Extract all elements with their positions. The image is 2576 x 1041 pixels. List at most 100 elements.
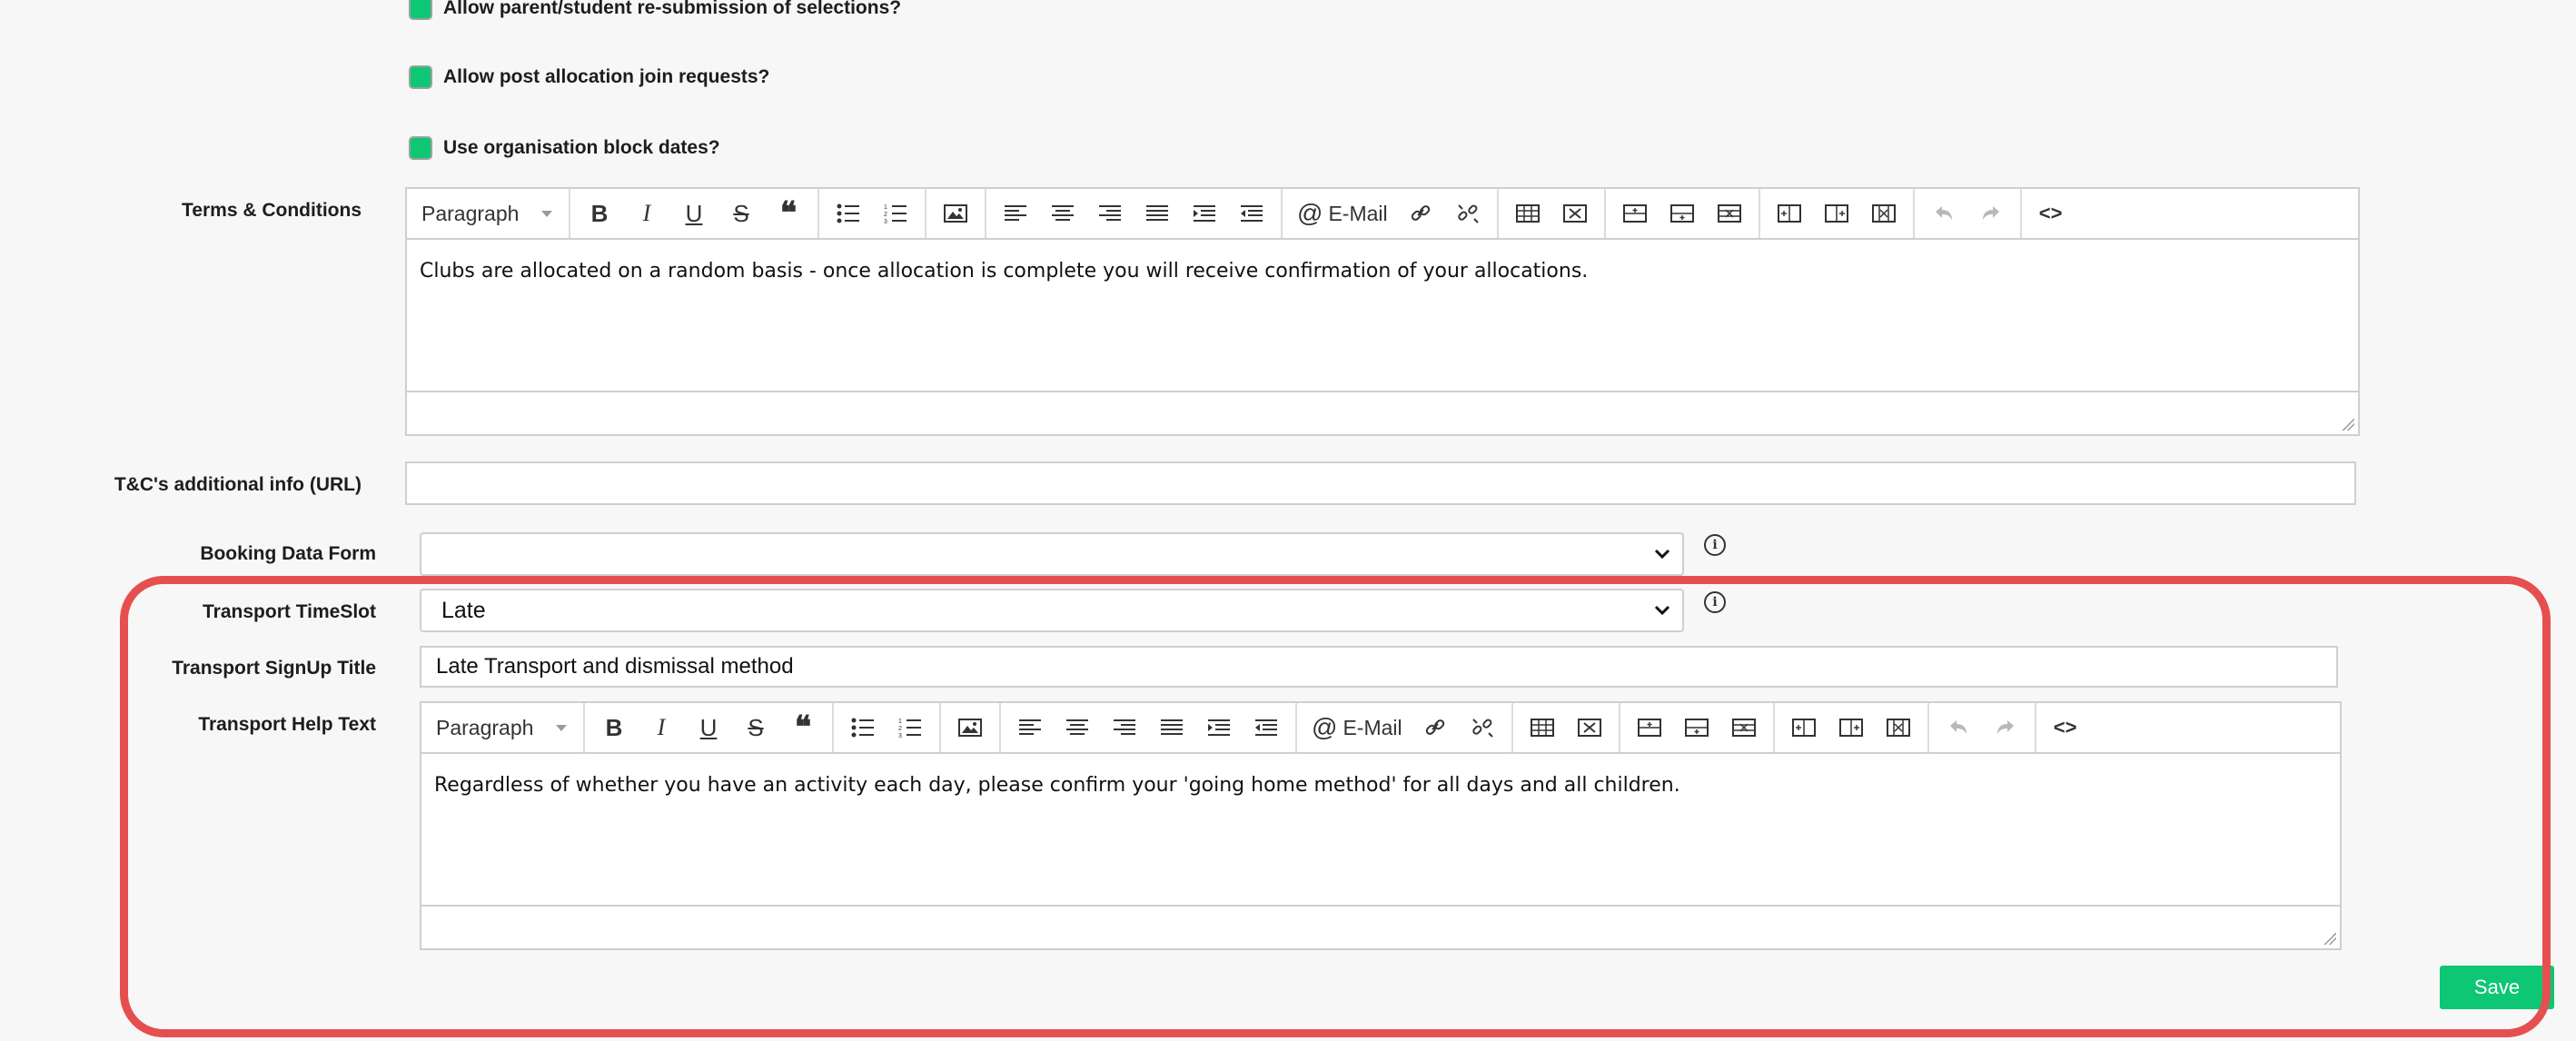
col-group [1760,189,1915,238]
insert-row-before-icon[interactable] [1611,189,1659,238]
resize-handle-icon[interactable] [2342,418,2354,431]
delete-col-icon[interactable] [1875,703,1922,752]
outdent-icon[interactable] [1228,189,1275,238]
svg-text:1: 1 [898,719,902,725]
redo-icon[interactable] [1982,703,2029,752]
bullet-list-icon[interactable] [839,703,887,752]
delete-table-icon[interactable] [1551,189,1599,238]
align-center-icon[interactable] [1039,189,1086,238]
at-icon: @ [1297,199,1323,227]
justify-icon[interactable] [1134,189,1181,238]
terms-content[interactable]: Clubs are allocated on a random basis - … [407,240,2358,302]
underline-icon[interactable]: U [670,189,718,238]
unlink-icon[interactable] [1459,703,1506,752]
delete-table-icon[interactable] [1566,703,1613,752]
link-icon[interactable] [1412,703,1459,752]
align-left-icon[interactable] [992,189,1039,238]
link-icon[interactable] [1397,189,1444,238]
transport-timeslot-select[interactable]: Late [420,589,1684,632]
transport-help-content[interactable]: Regardless of whether you have an activi… [421,754,2340,817]
align-right-icon[interactable] [1086,189,1134,238]
link-group: @ E-Mail [1297,703,1513,752]
transport-help-editor: Paragraph B I U S ❝ 123 @ E-Mail <> Rega… [420,701,2342,950]
insert-col-before-icon[interactable] [1780,703,1828,752]
block-dates-label: Use organisation block dates? [443,137,720,158]
image-icon[interactable] [946,703,994,752]
bold-icon[interactable]: B [576,189,623,238]
align-right-icon[interactable] [1101,703,1148,752]
link-group: @ E-Mail [1283,189,1499,238]
delete-row-icon[interactable] [1720,703,1768,752]
transport-help-toolbar: Paragraph B I U S ❝ 123 @ E-Mail <> [421,703,2340,754]
numbered-list-icon[interactable]: 123 [887,703,934,752]
blockquote-icon[interactable]: ❝ [779,703,827,752]
insert-col-after-icon[interactable] [1813,189,1860,238]
terms-statusbar [407,391,2358,434]
justify-icon[interactable] [1148,703,1195,752]
paragraph-format-label: Paragraph [436,715,534,739]
email-link-button[interactable]: @ E-Mail [1288,189,1397,238]
undo-icon[interactable] [1920,189,1967,238]
history-group [1929,703,2036,752]
transport-signup-title-input[interactable]: Late Transport and dismissal method [420,646,2338,688]
align-group [986,189,1283,238]
format-group: B I U S ❝ [570,189,819,238]
italic-icon[interactable]: I [623,189,670,238]
resize-handle-icon[interactable] [2323,932,2336,945]
resubmission-checkbox[interactable] [409,0,432,20]
bullet-list-icon[interactable] [825,189,872,238]
tc-url-input[interactable] [405,461,2356,505]
table-group [1513,703,1620,752]
indent-icon[interactable] [1195,703,1243,752]
indent-icon[interactable] [1181,189,1228,238]
blockquote-icon[interactable]: ❝ [765,189,812,238]
delete-row-icon[interactable] [1706,189,1753,238]
strikethrough-icon[interactable]: S [718,189,765,238]
row-group [1606,189,1760,238]
outdent-icon[interactable] [1243,703,1290,752]
insert-row-before-icon[interactable] [1626,703,1673,752]
resubmission-label: Allow parent/student re-submission of se… [443,0,902,18]
booking-form-select[interactable] [420,532,1684,576]
info-icon[interactable]: i [1704,591,1726,613]
align-group [1001,703,1297,752]
source-code-icon[interactable]: <> [2042,703,2089,752]
image-icon[interactable] [932,189,979,238]
paragraph-format-select[interactable]: Paragraph [421,703,585,752]
strikethrough-icon[interactable]: S [732,703,779,752]
italic-icon[interactable]: I [638,703,685,752]
info-icon[interactable]: i [1704,534,1726,556]
insert-col-before-icon[interactable] [1766,189,1813,238]
email-label: E-Mail [1328,201,1388,225]
paragraph-format-select[interactable]: Paragraph [407,189,570,238]
table-group [1499,189,1606,238]
delete-col-icon[interactable] [1860,189,1907,238]
align-left-icon[interactable] [1006,703,1054,752]
table-icon[interactable] [1519,703,1566,752]
numbered-list-icon[interactable]: 123 [872,189,919,238]
checkbox-row-resubmission: Allow parent/student re-submission of se… [409,0,901,20]
save-button[interactable]: Save [2440,966,2554,1009]
insert-row-after-icon[interactable] [1673,703,1720,752]
unlink-icon[interactable] [1444,189,1491,238]
checkbox-row-post-allocation: Allow post allocation join requests? [409,65,769,89]
table-icon[interactable] [1504,189,1551,238]
tc-url-label: T&C's additional info (URL) [114,474,362,495]
list-group: 123 [819,189,926,238]
bold-icon[interactable]: B [590,703,638,752]
redo-icon[interactable] [1967,189,2015,238]
source-code-icon[interactable]: <> [2027,189,2075,238]
align-center-icon[interactable] [1054,703,1101,752]
email-label: E-Mail [1342,715,1402,739]
insert-col-after-icon[interactable] [1828,703,1875,752]
svg-text:1: 1 [884,204,887,211]
post-allocation-checkbox[interactable] [409,65,432,89]
underline-icon[interactable]: U [685,703,732,752]
transport-signup-title-label: Transport SignUp Title [172,658,376,679]
block-dates-checkbox[interactable] [409,136,432,160]
transport-help-label: Transport Help Text [198,714,376,735]
undo-icon[interactable] [1935,703,1982,752]
insert-row-after-icon[interactable] [1659,189,1706,238]
row-group [1620,703,1775,752]
email-link-button[interactable]: @ E-Mail [1303,703,1412,752]
